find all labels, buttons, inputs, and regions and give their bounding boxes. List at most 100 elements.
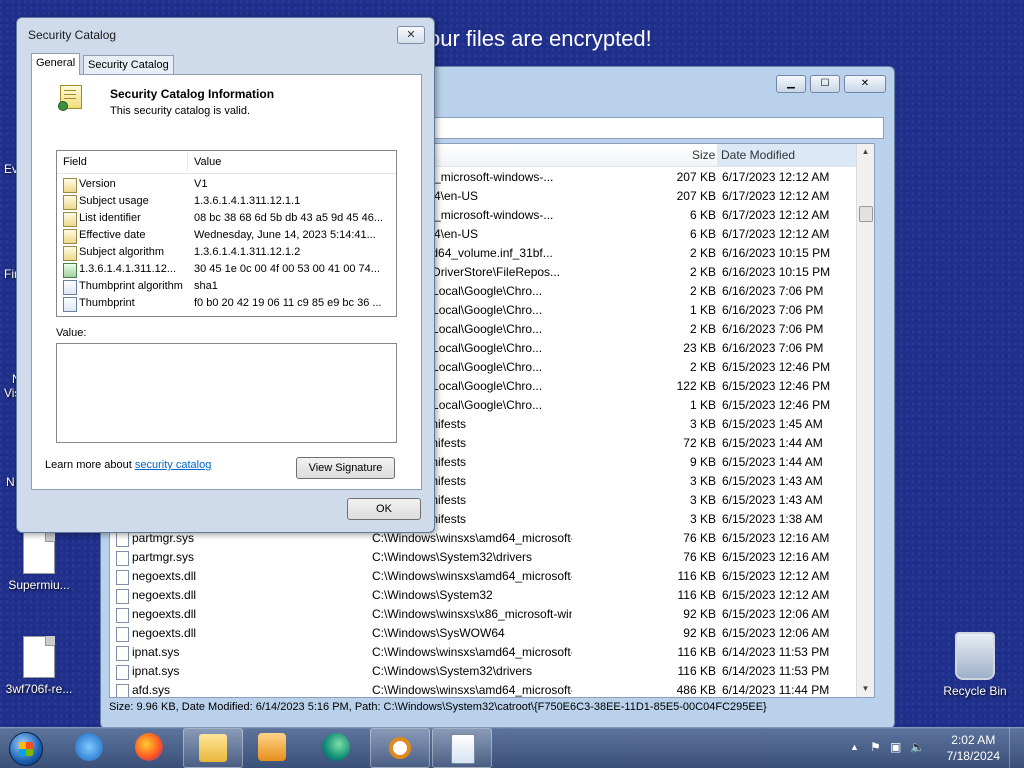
column-header-size[interactable]: Size	[692, 148, 715, 162]
info-title: Security Catalog Information	[110, 87, 275, 101]
grid-row[interactable]: Subject usage 1.3.6.1.4.1.311.12.1.1	[57, 193, 396, 210]
scroll-thumb[interactable]	[859, 206, 873, 222]
taskbar-media[interactable]	[243, 728, 301, 766]
document-icon	[23, 636, 55, 678]
firefox-icon	[135, 733, 163, 761]
scroll-up-icon[interactable]: ▲	[857, 144, 874, 160]
network-icon[interactable]: ▣	[890, 740, 901, 754]
grid-row[interactable]: Thumbprint algorithm sha1	[57, 278, 396, 295]
close-icon[interactable]: ✕	[397, 26, 425, 44]
magnifier-icon	[386, 734, 414, 762]
file-date: 6/15/2023 12:16 AM	[722, 550, 830, 564]
file-size: 207 KB	[676, 170, 716, 184]
file-icon	[116, 570, 129, 585]
column-header-date[interactable]: Date Modified	[717, 144, 871, 166]
grid-row[interactable]: Effective date Wednesday, June 14, 2023 5…	[57, 227, 396, 244]
file-date: 6/15/2023 12:12 AM	[722, 588, 830, 602]
dialog-title: Security Catalog	[28, 28, 117, 42]
clock[interactable]: 2:02 AM 7/18/2024	[947, 732, 1000, 764]
desktop-icon-label[interactable]: N	[6, 475, 15, 489]
value-textbox[interactable]	[56, 343, 397, 443]
field-icon	[63, 246, 77, 261]
table-row[interactable]: negoexts.dll C:\Windows\SysWOW64 92 KB 6/15…	[110, 624, 874, 643]
field-icon	[63, 212, 77, 227]
desktop-icon-label: 3wf706f-re...	[5, 682, 73, 696]
action-center-flag-icon[interactable]: ⚑	[870, 740, 881, 754]
table-row[interactable]: negoexts.dll C:\Windows\System32 116 KB 6/1…	[110, 586, 874, 605]
taskbar-ie[interactable]	[60, 728, 118, 766]
recycle-bin[interactable]: Recycle Bin	[938, 632, 1012, 698]
tab-security-catalog[interactable]: Security Catalog	[83, 55, 174, 74]
field-value-grid[interactable]: Field Value Version V1 Subject usage 1.3.6.…	[56, 150, 397, 317]
column-header-field[interactable]: Field	[63, 156, 87, 168]
file-date: 6/16/2023 10:15 PM	[722, 265, 831, 279]
taskbar-edge[interactable]	[307, 728, 365, 766]
file-date: 6/15/2023 12:06 AM	[722, 607, 830, 621]
file-size: 92 KB	[683, 626, 716, 640]
minimize-icon[interactable]: ▁	[776, 75, 806, 93]
file-date: 6/16/2023 7:06 PM	[722, 303, 824, 317]
table-row[interactable]: ipnat.sys C:\Windows\System32\drivers 116 …	[110, 662, 874, 681]
desktop-icon-label: Recycle Bin	[943, 684, 1007, 698]
field-icon	[63, 195, 77, 210]
vertical-scrollbar[interactable]: ▲ ▼	[856, 144, 874, 697]
field-value: 08 bc 38 68 6d 5b db 43 a5 9d 45 46...	[194, 212, 383, 224]
system-tray: ▲ ⚑ ▣ 🔈 2:02 AM 7/18/2024	[834, 727, 1024, 768]
close-icon[interactable]: ✕	[844, 75, 886, 93]
desktop-file-icon[interactable]: 3wf706f-re...	[2, 636, 76, 696]
file-size: 116 KB	[677, 588, 716, 602]
maximize-icon[interactable]: ☐	[810, 75, 840, 93]
table-row[interactable]: negoexts.dll C:\Windows\winsxs\x86_micros…	[110, 605, 874, 624]
file-size: 486 KB	[676, 683, 716, 697]
grid-row[interactable]: List identifier 08 bc 38 68 6d 5b db 43 a…	[57, 210, 396, 227]
desktop-icon-label: Supermiu...	[8, 578, 70, 592]
security-catalog-link[interactable]: security catalog	[135, 459, 211, 471]
file-size: 207 KB	[676, 189, 716, 203]
field-value: Wednesday, June 14, 2023 5:14:41...	[194, 229, 376, 241]
field-name: Subject usage	[79, 195, 149, 207]
view-signature-button[interactable]: View Signature	[296, 457, 395, 479]
field-value: 1.3.6.1.4.1.311.12.1.1	[194, 195, 301, 207]
security-catalog-dialog: Security Catalog ✕ General Security Cata…	[16, 17, 435, 533]
field-icon	[63, 178, 77, 193]
column-header-value[interactable]: Value	[194, 156, 221, 168]
table-row[interactable]: afd.sys C:\Windows\winsxs\amd64_microsoft…	[110, 681, 874, 697]
taskbar-search[interactable]	[370, 728, 430, 768]
file-size: 92 KB	[683, 607, 716, 621]
field-value: V1	[194, 178, 208, 190]
show-hidden-icons-icon[interactable]: ▲	[850, 742, 859, 752]
file-date: 6/15/2023 12:12 AM	[722, 569, 830, 583]
grid-row[interactable]: Version V1	[57, 176, 396, 193]
field-value: sha1	[194, 280, 218, 292]
file-size: 1 KB	[689, 398, 716, 412]
desktop-file-icon[interactable]: Supermiu...	[2, 532, 76, 592]
field-name: 1.3.6.1.4.1.311.12...	[79, 263, 177, 275]
file-date: 6/14/2023 11:44 PM	[722, 683, 830, 697]
scroll-down-icon[interactable]: ▼	[857, 681, 874, 697]
file-path: C:\Windows\System32\drivers	[372, 664, 533, 678]
table-row[interactable]: partmgr.sys C:\Windows\System32\drivers 76…	[110, 548, 874, 567]
learn-more-prefix: Learn more about	[45, 459, 135, 471]
show-desktop-button[interactable]	[1009, 727, 1024, 768]
start-button[interactable]	[4, 728, 46, 768]
taskbar-notepad[interactable]	[432, 728, 492, 768]
grid-row[interactable]: Subject algorithm 1.3.6.1.4.1.311.12.1.2	[57, 244, 396, 261]
clock-time: 2:02 AM	[951, 733, 996, 747]
grid-row[interactable]: 1.3.6.1.4.1.311.12... 30 45 1e 0c 00 4f 0…	[57, 261, 396, 278]
file-size: 3 KB	[689, 474, 716, 488]
volume-muted-icon[interactable]: 🔈	[910, 740, 925, 754]
file-size: 76 KB	[683, 531, 716, 545]
table-row[interactable]: negoexts.dll C:\Windows\winsxs\amd64_micr…	[110, 567, 874, 586]
file-size: 2 KB	[689, 360, 716, 374]
file-date: 6/15/2023 1:45 AM	[722, 417, 823, 431]
taskbar-explorer[interactable]	[183, 728, 243, 768]
grid-header: Field Value	[57, 151, 396, 174]
tab-general[interactable]: General	[31, 53, 81, 75]
file-date: 6/16/2023 7:06 PM	[722, 284, 824, 298]
file-date: 6/15/2023 12:46 PM	[722, 398, 831, 412]
grid-row[interactable]: Thumbprint f0 b0 20 42 19 06 11 c9 85 e9 …	[57, 295, 396, 312]
table-row[interactable]: ipnat.sys C:\Windows\winsxs\amd64_microso…	[110, 643, 874, 662]
file-date: 6/17/2023 12:12 AM	[722, 227, 830, 241]
taskbar-firefox[interactable]	[120, 728, 178, 766]
ok-button[interactable]: OK	[347, 498, 421, 520]
